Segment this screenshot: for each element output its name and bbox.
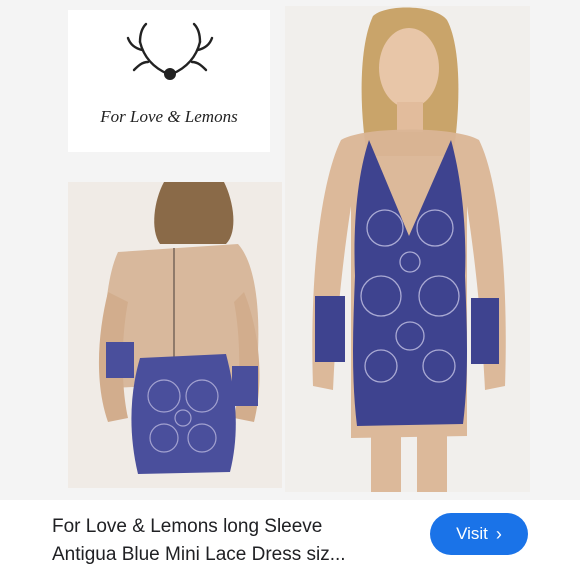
product-photo-back xyxy=(68,182,282,488)
product-title-line-2: Antigua Blue Mini Lace Dress siz... xyxy=(52,544,346,565)
rose-icon xyxy=(164,68,176,80)
brand-logo-text: For Love & Lemons xyxy=(99,107,238,126)
visit-label: Visit xyxy=(456,524,488,543)
product-image-collage[interactable]: For Love & Lemons xyxy=(0,0,580,500)
brand-logo-panel: For Love & Lemons xyxy=(68,10,270,152)
product-title[interactable]: For Love & Lemons long Sleeve Antigua Bl… xyxy=(52,513,412,569)
chevron-right-icon: › xyxy=(495,524,502,544)
visit-button[interactable]: Visit › xyxy=(430,513,528,555)
product-title-line-1: For Love & Lemons long Sleeve xyxy=(52,516,323,537)
product-photo-front xyxy=(285,6,530,492)
brand-logo: For Love & Lemons xyxy=(68,10,270,152)
